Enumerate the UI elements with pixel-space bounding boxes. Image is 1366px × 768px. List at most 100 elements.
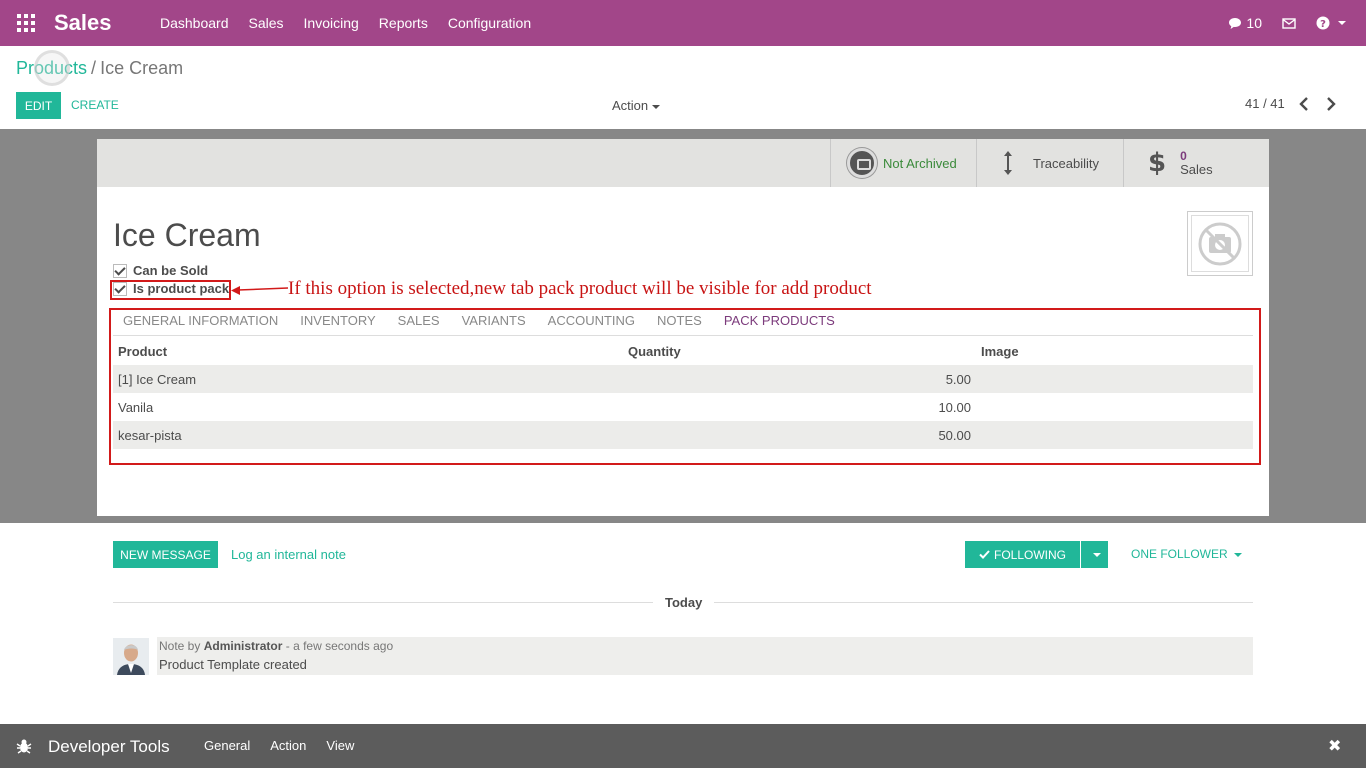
tab-variants[interactable]: VARIANTS (451, 311, 537, 335)
cell-product: Vanila (118, 399, 154, 415)
activity-button[interactable] (1282, 17, 1296, 29)
table-row[interactable]: [1] Ice Cream 5.00 (113, 365, 1253, 393)
menu-dashboard[interactable]: Dashboard (150, 0, 239, 46)
chevron-down-icon (1233, 552, 1242, 557)
envelope-icon (1282, 17, 1296, 29)
can-be-sold-checkbox[interactable]: Can be Sold (113, 263, 208, 278)
sales-count: 0 (1180, 149, 1187, 163)
top-navbar: Sales Dashboard Sales Invoicing Reports … (0, 0, 1366, 46)
avatar[interactable] (113, 638, 149, 675)
message-time: - a few seconds ago (285, 639, 394, 653)
question-circle-icon: ? (1316, 16, 1330, 30)
systray: 10 ? (1228, 0, 1346, 46)
message-meta: Note by Administrator - a few seconds ag… (159, 639, 1251, 653)
no-camera-icon (1198, 222, 1242, 265)
apps-grid-icon[interactable] (17, 14, 35, 32)
chevron-left-icon[interactable] (1297, 96, 1311, 112)
menu-reports[interactable]: Reports (369, 0, 438, 46)
following-label: FOLLOWING (993, 547, 1066, 562)
cell-quantity: 50.00 (938, 427, 971, 443)
tab-notes[interactable]: NOTES (646, 311, 713, 335)
create-button[interactable]: CREATE (71, 92, 119, 119)
followers-label: ONE FOLLOWER (1131, 547, 1228, 561)
follow-options-button[interactable] (1081, 541, 1108, 568)
button-box: Not Archived Traceability $ 0 Sales (97, 139, 1269, 187)
chevron-right-icon[interactable] (1324, 96, 1338, 112)
can-be-sold-label: Can be Sold (133, 263, 209, 278)
svg-text:?: ? (1320, 19, 1326, 30)
developer-tools-menu: General Action View (194, 724, 364, 768)
column-header-quantity[interactable]: Quantity (623, 344, 975, 359)
checkbox-checked-icon[interactable] (113, 263, 127, 278)
messages-button[interactable]: 10 (1228, 15, 1262, 31)
cell-quantity: 10.00 (938, 399, 971, 415)
product-image[interactable] (1187, 211, 1253, 276)
column-header-product[interactable]: Product (113, 344, 623, 359)
developer-tools-bar: Developer Tools General Action View ✖ (0, 724, 1366, 768)
chevron-down-icon (1338, 21, 1346, 25)
message-author[interactable]: Administrator (204, 639, 283, 653)
chevron-down-icon (652, 104, 661, 109)
annotation-highlight-pack (110, 280, 231, 300)
archive-icon (847, 148, 877, 178)
message-text: Product Template created (159, 657, 307, 672)
menu-configuration[interactable]: Configuration (438, 0, 541, 46)
tab-accounting[interactable]: ACCOUNTING (537, 311, 646, 335)
chat-icon (1229, 17, 1242, 29)
cell-product: kesar-pista (118, 427, 182, 443)
edit-button[interactable]: EDIT (16, 92, 61, 119)
notebook-tabs: GENERAL INFORMATION INVENTORY SALES VARI… (113, 311, 1253, 336)
action-label: Action (612, 98, 649, 113)
app-brand: Sales (54, 10, 112, 35)
annotation-text: If this option is selected,new tab pack … (288, 278, 872, 299)
main-menu: Dashboard Sales Invoicing Reports Config… (150, 0, 541, 46)
new-message-button[interactable]: NEW MESSAGE (113, 541, 218, 568)
followers-dropdown[interactable]: ONE FOLLOWER (1131, 547, 1242, 561)
tab-sales[interactable]: SALES (387, 311, 451, 335)
tab-inventory[interactable]: INVENTORY (289, 311, 386, 335)
traceability-button[interactable]: Traceability (976, 139, 1123, 187)
chevron-down-icon (1092, 552, 1101, 557)
dev-menu-action[interactable]: Action (260, 724, 316, 768)
sales-label: Sales (1180, 162, 1213, 177)
tab-pack-products[interactable]: PACK PRODUCTS (713, 311, 846, 335)
following-button[interactable]: FOLLOWING (965, 541, 1080, 568)
message-prefix: Note by (159, 639, 201, 653)
messages-count: 10 (1246, 15, 1262, 31)
cell-quantity: 5.00 (945, 371, 971, 387)
log-note-link[interactable]: Log an internal note (231, 547, 346, 562)
arrows-vertical-icon (1004, 151, 1012, 175)
developer-tools-title: Developer Tools (48, 737, 170, 756)
archived-label: Not Archived (883, 155, 957, 171)
date-label: Today (653, 595, 715, 610)
table-header: Product Quantity Image (113, 337, 1253, 365)
form-sheet: Not Archived Traceability $ 0 Sales Ice … (97, 139, 1269, 516)
column-header-image[interactable]: Image (975, 344, 1253, 359)
menu-sales[interactable]: Sales (239, 0, 294, 46)
product-title: Ice Cream (113, 217, 261, 253)
traceability-label: Traceability (1033, 155, 1099, 171)
dev-menu-view[interactable]: View (316, 724, 364, 768)
archive-toggle-button[interactable]: Not Archived (830, 139, 976, 187)
action-dropdown[interactable]: Action (612, 98, 661, 113)
breadcrumb-current: Ice Cream (100, 58, 184, 78)
tab-general-information[interactable]: GENERAL INFORMATION (113, 311, 289, 335)
user-avatar-icon (113, 638, 149, 675)
check-icon (979, 550, 990, 559)
bug-icon (16, 739, 32, 754)
sales-stat-button[interactable]: $ 0 Sales (1123, 139, 1269, 187)
table-row[interactable]: kesar-pista 50.00 (113, 421, 1253, 449)
breadcrumb-separator: / (91, 58, 97, 78)
menu-invoicing[interactable]: Invoicing (294, 0, 369, 46)
dollar-icon: $ (1148, 148, 1167, 178)
message-item: Note by Administrator - a few seconds ag… (157, 637, 1253, 675)
pager-value: 41 / 41 (1245, 96, 1285, 111)
annotation-arrow-icon (231, 286, 289, 295)
table-row[interactable]: Vanila 10.00 (113, 393, 1253, 421)
pack-products-table: Product Quantity Image [1] Ice Cream 5.0… (113, 337, 1253, 449)
help-dropdown[interactable]: ? (1316, 16, 1346, 30)
cell-product: [1] Ice Cream (118, 371, 197, 387)
close-icon[interactable]: ✖ (1328, 736, 1341, 756)
dev-menu-general[interactable]: General (194, 724, 260, 768)
click-ripple (34, 50, 70, 86)
